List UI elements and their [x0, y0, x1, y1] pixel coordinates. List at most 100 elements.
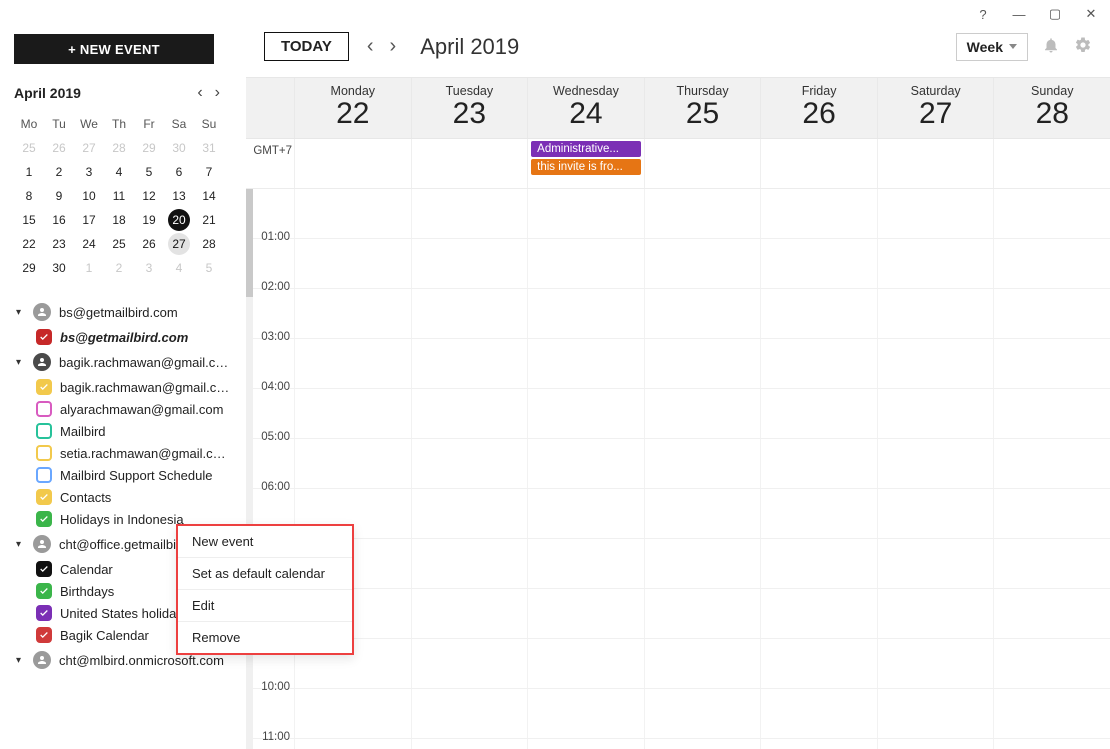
calendar-checkbox[interactable]	[36, 511, 52, 527]
time-cell[interactable]	[644, 539, 761, 588]
event-pill[interactable]: this invite is fro...	[531, 159, 641, 175]
time-cell[interactable]	[411, 389, 528, 438]
time-cell[interactable]	[644, 489, 761, 538]
time-cell[interactable]	[644, 689, 761, 738]
mini-calendar-day[interactable]: 28	[104, 136, 134, 160]
time-cell[interactable]	[644, 189, 761, 238]
mini-calendar-day[interactable]: 10	[74, 184, 104, 208]
mini-calendar-day[interactable]: 14	[194, 184, 224, 208]
time-cell[interactable]	[527, 339, 644, 388]
time-cell[interactable]	[411, 689, 528, 738]
time-cell[interactable]	[527, 439, 644, 488]
time-cell[interactable]	[760, 589, 877, 638]
time-cell[interactable]	[411, 239, 528, 288]
calendar-row[interactable]: Contacts	[14, 486, 232, 508]
close-button[interactable]: ✕	[1080, 6, 1102, 22]
help-button[interactable]: ?	[972, 7, 994, 22]
mini-calendar-day[interactable]: 4	[104, 160, 134, 184]
week-next-button[interactable]: ›	[386, 35, 401, 58]
mini-calendar-day[interactable]: 31	[194, 136, 224, 160]
time-cell[interactable]	[760, 689, 877, 738]
time-cell[interactable]	[877, 589, 994, 638]
account-row[interactable]: ▾bagik.rachmawan@gmail.com	[14, 348, 232, 376]
account-row[interactable]: ▾bs@getmailbird.com	[14, 298, 232, 326]
day-header[interactable]: Monday22	[294, 78, 411, 138]
time-cell[interactable]	[993, 539, 1110, 588]
time-cell[interactable]	[644, 739, 761, 749]
time-cell[interactable]	[527, 239, 644, 288]
calendar-checkbox[interactable]	[36, 605, 52, 621]
calendar-checkbox[interactable]	[36, 445, 52, 461]
time-cell[interactable]	[527, 589, 644, 638]
allday-slot[interactable]	[877, 139, 994, 188]
calendar-row[interactable]: alyarachmawan@gmail.com	[14, 398, 232, 420]
calendar-row[interactable]: Mailbird	[14, 420, 232, 442]
time-cell[interactable]	[877, 539, 994, 588]
allday-slot[interactable]	[993, 139, 1110, 188]
time-cell[interactable]	[294, 339, 411, 388]
day-header[interactable]: Wednesday24	[527, 78, 644, 138]
time-cell[interactable]	[294, 689, 411, 738]
time-cell[interactable]	[527, 289, 644, 338]
time-cell[interactable]	[877, 339, 994, 388]
mini-calendar-day[interactable]: 20	[164, 208, 194, 232]
time-cell[interactable]	[993, 239, 1110, 288]
time-cell[interactable]	[877, 389, 994, 438]
mini-calendar-day[interactable]: 2	[104, 256, 134, 280]
time-cell[interactable]	[644, 589, 761, 638]
mini-calendar-day[interactable]: 27	[164, 232, 194, 256]
time-cell[interactable]	[644, 439, 761, 488]
new-event-button[interactable]: + NEW EVENT	[14, 34, 214, 64]
time-cell[interactable]	[877, 639, 994, 688]
allday-slot[interactable]	[411, 139, 528, 188]
time-cell[interactable]	[993, 389, 1110, 438]
calendar-row[interactable]: bs@getmailbird.com	[14, 326, 232, 348]
time-cell[interactable]	[294, 739, 411, 749]
mini-calendar-day[interactable]: 2	[44, 160, 74, 184]
time-cell[interactable]	[877, 239, 994, 288]
time-cell[interactable]	[877, 439, 994, 488]
mini-calendar-day[interactable]: 22	[14, 232, 44, 256]
mini-calendar-day[interactable]: 6	[164, 160, 194, 184]
time-cell[interactable]	[527, 739, 644, 749]
mini-calendar-day[interactable]: 15	[14, 208, 44, 232]
time-cell[interactable]	[294, 189, 411, 238]
time-cell[interactable]	[877, 289, 994, 338]
mini-calendar-day[interactable]: 18	[104, 208, 134, 232]
context-menu-item[interactable]: New event	[178, 526, 352, 558]
mini-calendar-day[interactable]: 24	[74, 232, 104, 256]
calendar-checkbox[interactable]	[36, 401, 52, 417]
time-cell[interactable]	[527, 489, 644, 538]
time-cell[interactable]	[760, 639, 877, 688]
mini-calendar-day[interactable]: 8	[14, 184, 44, 208]
time-cell[interactable]	[760, 739, 877, 749]
time-cell[interactable]	[294, 289, 411, 338]
mini-calendar-day[interactable]: 23	[44, 232, 74, 256]
event-pill[interactable]: Administrative...	[531, 141, 641, 157]
allday-slot[interactable]	[760, 139, 877, 188]
time-cell[interactable]	[993, 439, 1110, 488]
mini-calendar-day[interactable]: 29	[134, 136, 164, 160]
allday-slot[interactable]	[294, 139, 411, 188]
context-menu-item[interactable]: Set as default calendar	[178, 558, 352, 590]
mini-calendar-day[interactable]: 3	[134, 256, 164, 280]
calendar-checkbox[interactable]	[36, 561, 52, 577]
time-cell[interactable]	[760, 189, 877, 238]
mini-calendar-day[interactable]: 1	[74, 256, 104, 280]
mini-calendar-day[interactable]: 7	[194, 160, 224, 184]
today-button[interactable]: TODAY	[264, 32, 349, 61]
time-cell[interactable]	[993, 189, 1110, 238]
calendar-row[interactable]: setia.rachmawan@gmail.com	[14, 442, 232, 464]
time-cell[interactable]	[411, 639, 528, 688]
calendar-checkbox[interactable]	[36, 467, 52, 483]
time-grid[interactable]: 00:0001:0002:0003:0004:0005:0006:0007:00…	[246, 189, 1110, 749]
time-cell[interactable]	[877, 689, 994, 738]
time-cell[interactable]	[411, 439, 528, 488]
mini-calendar-day[interactable]: 30	[44, 256, 74, 280]
time-cell[interactable]	[993, 339, 1110, 388]
time-cell[interactable]	[993, 489, 1110, 538]
time-cell[interactable]	[411, 489, 528, 538]
time-cell[interactable]	[993, 639, 1110, 688]
mini-calendar-day[interactable]: 5	[134, 160, 164, 184]
day-header[interactable]: Saturday27	[877, 78, 994, 138]
